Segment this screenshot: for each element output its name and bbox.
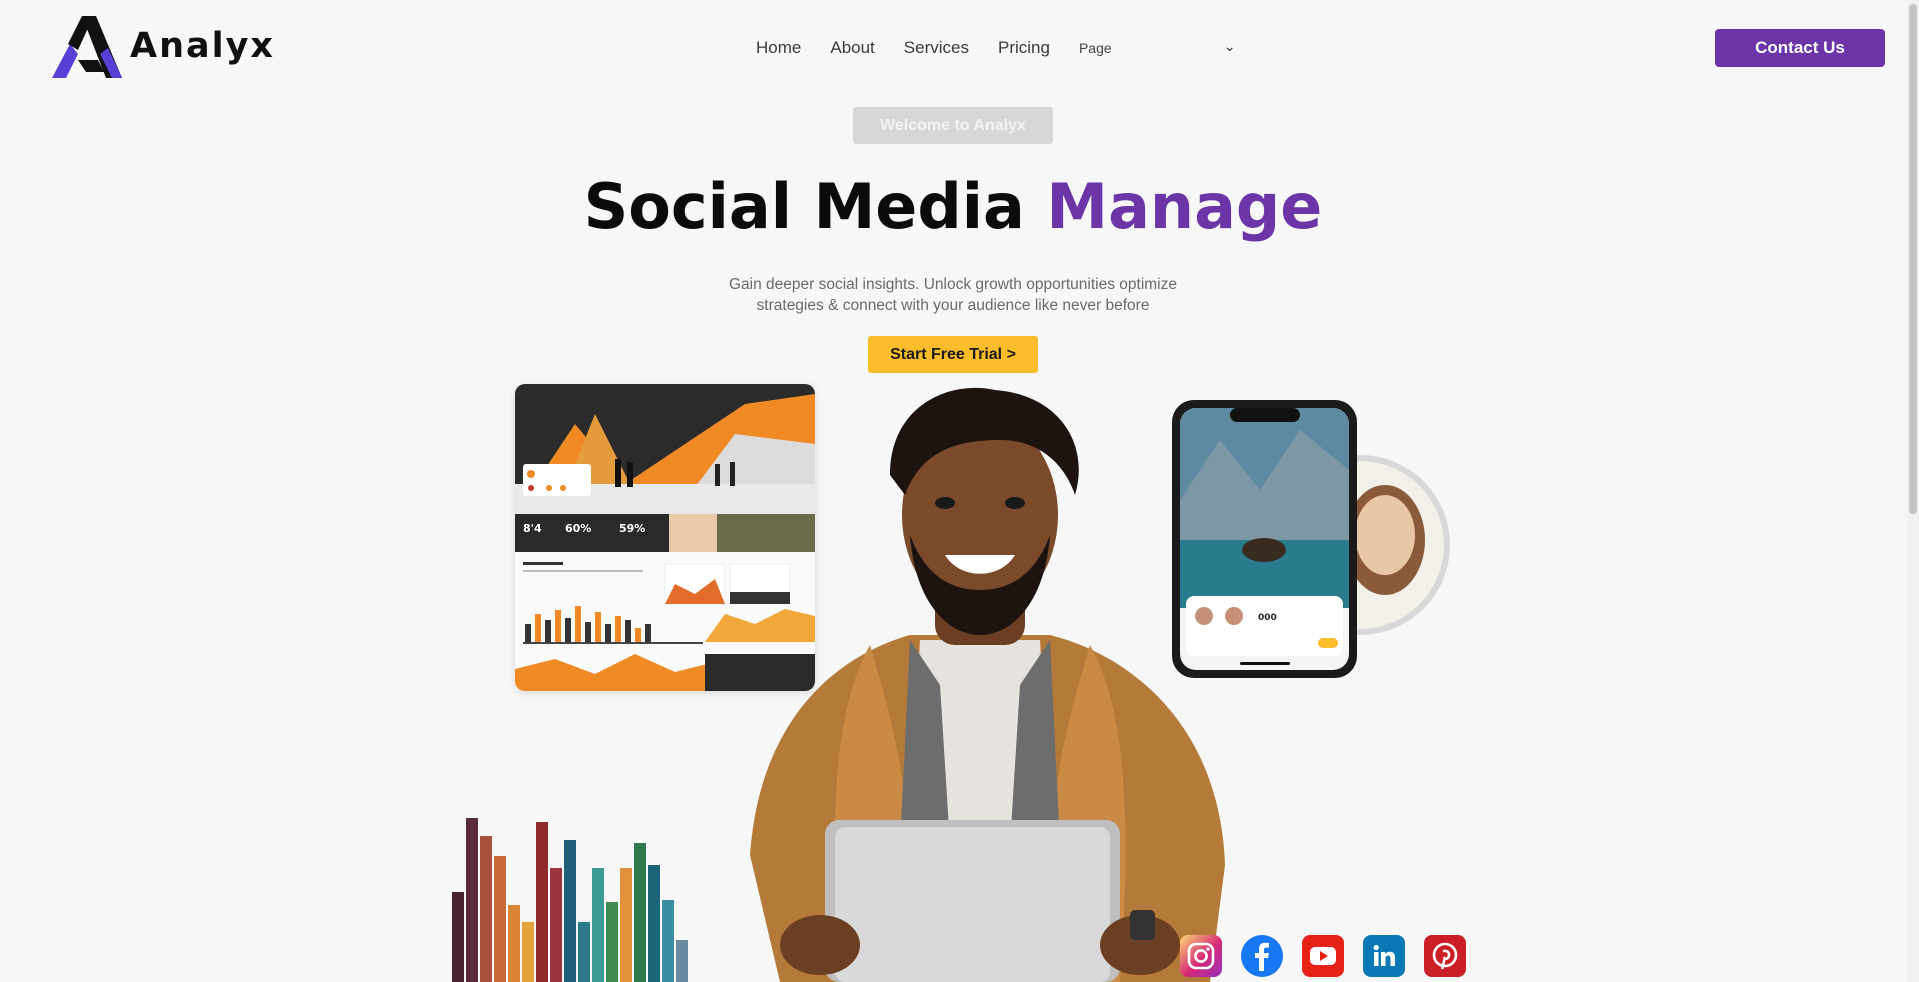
nav-services[interactable]: Services [904, 38, 969, 58]
dash-stat-1: 8'4 [523, 522, 542, 535]
nav-pricing[interactable]: Pricing [998, 38, 1050, 58]
chevron-down-icon: ⌄ [1223, 38, 1236, 54]
main-nav: Home About Services Pricing Page ⌄ [756, 36, 1238, 60]
social-links [1180, 935, 1466, 977]
dash-stat-2: 60% [565, 522, 591, 535]
youtube-icon[interactable] [1302, 935, 1344, 977]
nav-page-dropdown[interactable]: Page ⌄ [1079, 36, 1238, 60]
person-with-laptop-image [750, 387, 1225, 982]
instagram-icon[interactable] [1180, 935, 1222, 977]
nav-about[interactable]: About [830, 38, 874, 58]
facebook-icon[interactable] [1241, 935, 1283, 977]
hero-title-main: Social Media [583, 170, 1047, 243]
hero-title: Social Media Manage [0, 170, 1906, 243]
nav-home[interactable]: Home [756, 38, 801, 58]
linkedin-icon[interactable] [1363, 935, 1405, 977]
pinterest-icon[interactable] [1424, 935, 1466, 977]
scrollbar-thumb[interactable] [1909, 4, 1917, 514]
phone-card-value: 000 [1258, 613, 1277, 623]
decorative-bars-image [452, 818, 688, 982]
hero-title-accent: Manage [1046, 170, 1323, 243]
brand-logo[interactable]: Analyx [48, 14, 275, 78]
start-free-trial-button[interactable]: Start Free Trial > [868, 336, 1038, 373]
dash-stat-3: 59% [619, 522, 645, 535]
welcome-badge: Welcome to Analyx [853, 107, 1053, 144]
brand-name: Analyx [130, 26, 276, 66]
contact-us-button[interactable]: Contact Us [1715, 29, 1885, 67]
nav-page-label: Page [1078, 40, 1112, 56]
page-scrollbar[interactable] [1907, 0, 1919, 982]
hero-subtitle: Gain deeper social insights. Unlock grow… [728, 276, 1177, 314]
page-select[interactable]: ⌄ [1118, 36, 1238, 60]
logo-mark-icon [52, 16, 122, 78]
phone-preview-image: 000 [1172, 400, 1450, 678]
